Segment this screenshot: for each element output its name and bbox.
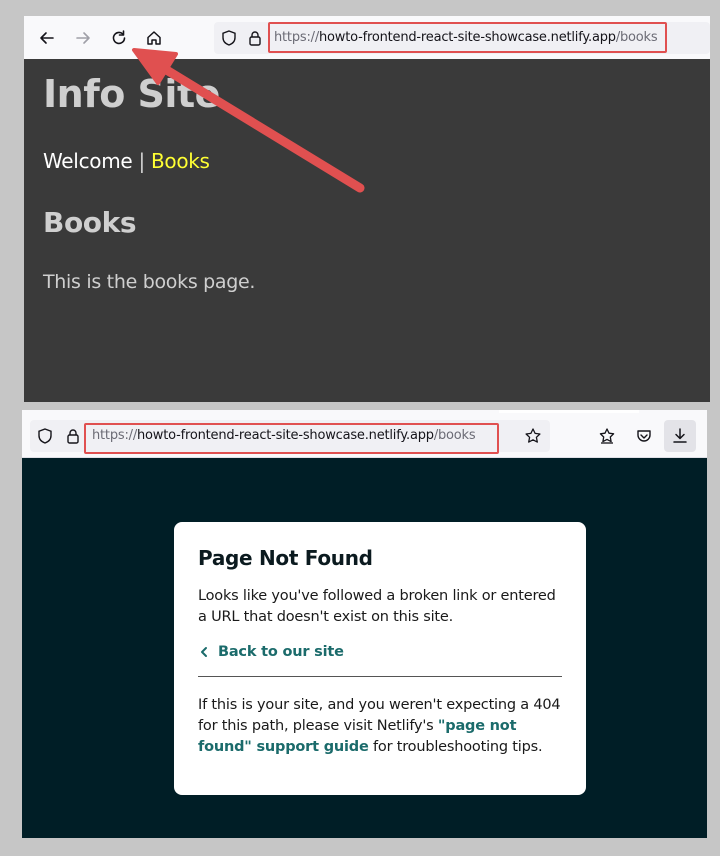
shield-icon[interactable] [220,29,238,47]
site-nav: Welcome | Books [43,149,210,173]
forward-button[interactable] [69,24,97,52]
not-found-card: Page Not Found Looks like you've followe… [174,522,586,795]
reload-button[interactable] [105,24,133,52]
home-icon [147,31,161,45]
site-title: Info Site [43,72,220,116]
page-heading: Books [43,206,137,239]
tab-edge [499,410,639,413]
url-highlight-box [268,22,667,53]
chevron-left-icon [201,647,207,657]
nav-welcome-link[interactable]: Welcome [43,149,133,173]
url-highlight-box [84,423,499,454]
nav-separator: | [138,149,145,173]
bookmark-star-icon[interactable] [524,427,542,445]
divider [198,676,562,677]
back-to-site-link[interactable]: Back to our site [198,644,562,660]
nav-books-link[interactable]: Books [151,149,210,173]
not-found-message: Looks like you've followed a broken link… [198,588,556,625]
bottom-browser-screenshot: https://howto-frontend-react-site-showca… [22,410,707,838]
lock-icon[interactable] [246,29,264,47]
shield-icon[interactable] [36,427,54,445]
top-browser-toolbar: https://howto-frontend-react-site-showca… [24,16,710,59]
lock-icon[interactable] [64,427,82,445]
pocket-icon[interactable] [635,427,653,445]
help-text-after: for troubleshooting tips. [368,739,543,755]
download-button[interactable] [664,420,696,452]
back-button[interactable] [33,24,61,52]
extensions-icon[interactable] [598,427,616,445]
download-icon [673,428,687,443]
home-button[interactable] [140,24,168,52]
top-browser-screenshot: https://howto-frontend-react-site-showca… [24,16,710,402]
not-found-title: Page Not Found [198,546,373,570]
reload-icon [112,30,126,45]
help-text: If this is your site, and you weren't ex… [198,695,562,758]
forward-arrow-icon [76,32,90,44]
back-link-label: Back to our site [218,644,344,660]
back-arrow-icon [40,32,54,44]
page-paragraph: This is the books page. [43,271,256,293]
